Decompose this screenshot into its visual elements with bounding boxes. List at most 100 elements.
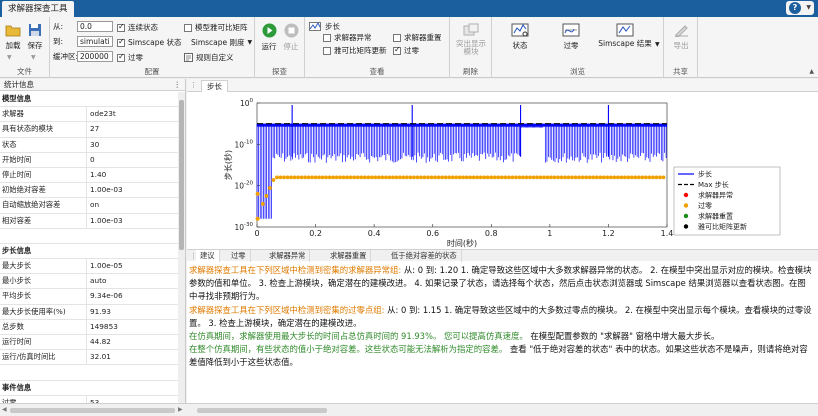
zero-crossing-marker [398,175,402,180]
checkbox[interactable] [117,22,125,32]
simscape-results-button[interactable]: Simscape 结果 [597,23,653,48]
chevron-down-icon: ▼ [247,39,253,46]
stats-row[interactable]: 求解器 ode23t [0,107,178,123]
zero-crossing-marker [260,201,265,206]
buffer-field[interactable]: 200000 [77,51,113,62]
stats-section-header: 事件信息 [0,381,178,396]
browse-gallery-dropdown-icon[interactable]: ▼ [655,41,660,48]
results-tab[interactable]: 求解器重置 [326,250,372,262]
zero-crossing-marker [538,175,543,180]
zero-crossing-marker [559,175,564,180]
states-browser-label: 状态 [512,41,528,50]
collapse-ribbon-icon[interactable]: ▲ [809,68,814,75]
stats-row[interactable]: 运行/仿真时间比 32.01 [0,350,178,366]
continuous-states-label: 连续状态 [128,23,158,32]
from-field[interactable]: 0.0 [77,21,113,32]
stats-row[interactable]: 平均步长 9.34e-06 [0,289,178,305]
tab-step[interactable]: 步长 [201,80,228,92]
zero-crossing-config-checkbox[interactable]: 过零 [117,52,143,63]
simscape-stiffness-dropdown[interactable]: Simscape 刚度 ▼ [191,37,252,48]
help-button[interactable]: ? ▼ [786,1,814,15]
results-tab[interactable]: 低于绝对容差的状态 [387,250,462,262]
app-tab[interactable]: 求解器探查工具 [2,1,74,17]
panel-menu-icon[interactable]: ⋮ [174,79,182,91]
stats-row[interactable]: 停止时间 1.40 [0,167,178,184]
play-icon [262,23,276,38]
suggestion-paragraph: 在整个仿真期间，有些状态的值小于绝对容差。这些状态可能无法解析为指定的容差。 查… [189,343,814,369]
scrollbar-thumb[interactable] [179,100,184,250]
zero-crossing-marker [376,175,381,180]
checkbox[interactable] [393,45,401,55]
y-tick-label: 10-20 [234,181,253,191]
stats-key: 求解器 [0,107,87,122]
checkbox[interactable] [323,33,331,42]
checkbox[interactable] [117,37,125,47]
step-checkbox[interactable]: 步长 [309,21,340,32]
stats-row[interactable]: 相对容差 1.00e-03 [0,213,178,229]
zero-crossing-marker [383,175,388,180]
zero-crossing-marker [390,175,395,180]
export-button[interactable]: 导出 [669,23,693,51]
stats-value: ode23t [90,109,116,119]
results-tab[interactable]: 求解器异常 [265,250,311,262]
stop-button[interactable]: 停止 [281,23,301,52]
stats-key: 运行时间 [0,335,87,350]
zero-crossing-marker [633,175,638,180]
stats-row[interactable]: 状态 30 [0,137,178,153]
stats-row[interactable]: 运行时间 44.82 [0,335,178,351]
highlight-blocks-button[interactable]: 突出显示模块 [453,23,489,56]
statistics-panel-header: 统计信息 ⋮ [0,79,185,91]
load-button[interactable]: 加载 [3,23,23,51]
statistics-scrollbar[interactable] [178,92,185,403]
solver-exception-checkbox[interactable]: 求解器异常 [323,32,372,43]
help-icon: ? [789,2,801,14]
scroll-right-icon[interactable]: ▶ [178,406,183,413]
zero-crossing-marker [478,175,483,180]
scroll-left-icon[interactable]: ◀ [2,406,7,413]
tab-menu-icon[interactable]: ⋮ [190,79,197,91]
continuous-states-checkbox[interactable]: 连续状态 [117,22,158,33]
zero-crossing-marker [313,175,318,180]
zero-crossing-marker [566,175,571,180]
stats-row[interactable]: 最小步长 auto [0,274,178,290]
report-scrollbar-thumb[interactable] [197,408,327,413]
save-button[interactable]: 保存 [25,23,45,51]
checkbox[interactable] [184,23,192,32]
states-browser-button[interactable]: 状态 [498,23,542,51]
model-jacobian-checkbox[interactable]: 模型雅可比矩阵 [184,22,248,33]
stats-row[interactable]: 具有状态的模块 27 [0,122,178,138]
solver-reset-checkbox[interactable]: 求解器重置 [393,32,442,43]
checkbox[interactable] [393,33,401,42]
zero-crossing-browser-button[interactable]: 过零 [549,23,593,51]
zero-crossing-marker [622,175,627,180]
stats-row[interactable]: 总步数 149853 [0,319,178,335]
load-dropdown-icon[interactable]: ▼ [7,54,12,61]
stats-section-title: 模型信息 [2,94,32,103]
zero-crossing-marker [563,175,567,180]
stats-row[interactable]: 开始时间 0 [0,152,178,168]
results-tabbar: ⋮ 建议 过零 求解器异常 求解器重置 低于绝对容差的状态 [187,249,818,262]
stats-row[interactable]: 初始绝对容差 1.00e-03 [0,183,178,199]
jacobian-update-checkbox[interactable]: 雅可比矩阵更新 [323,45,387,56]
zero-crossing-marker [255,191,260,196]
to-field[interactable]: simulati [77,36,113,47]
stats-row[interactable]: 最大步长 1.00e-05 [0,259,178,275]
save-dropdown-icon[interactable]: ▼ [31,54,36,61]
checkbox[interactable] [117,52,125,62]
results-tab[interactable]: 建议 [196,250,220,262]
simscape-results-label: Simscape 结果 [598,39,652,48]
stats-row[interactable]: 最大步长使用率(%) 91.93 [0,304,178,320]
stats-section-header: 模型信息 [0,92,178,108]
custom-rules-button[interactable]: 规则自定义 [184,52,234,63]
horizontal-scrollbar-thumb[interactable] [10,408,175,413]
results-tab[interactable]: 过零 [227,250,251,262]
checkbox[interactable] [323,46,331,55]
zero-crossing-marker [331,175,336,180]
highlight-section: 突出显示模块 刷除 [450,17,492,78]
zero-crossing-view-checkbox[interactable]: 过零 [393,45,419,56]
stats-row[interactable]: 自动缩放绝对容差 on [0,198,178,214]
run-button[interactable]: 运行 [259,23,279,52]
zero-crossing-marker [647,175,652,180]
simscape-states-checkbox[interactable]: Simscape 状态 [117,37,182,48]
zero-crossing-marker [454,175,459,180]
